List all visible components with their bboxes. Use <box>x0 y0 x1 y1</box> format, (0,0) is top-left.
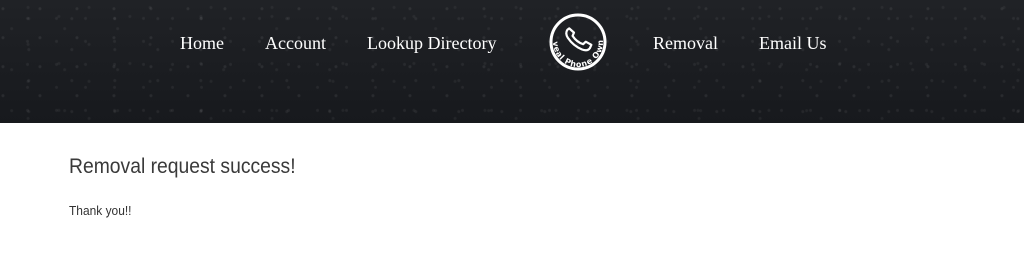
page-title: Removal request success! <box>69 155 296 178</box>
nav-email-us-link[interactable]: Email Us <box>759 33 827 54</box>
site-logo[interactable]: Reveal Phone Owner <box>538 5 615 86</box>
thank-you-message: Thank you!! <box>69 203 132 218</box>
nav-removal-link[interactable]: Removal <box>653 33 718 54</box>
site-header: Home Account Lookup Directory Reveal Pho… <box>0 0 1024 123</box>
main-content: Removal request success! Thank you!! <box>69 153 955 220</box>
nav-lookup-directory-link[interactable]: Lookup Directory <box>367 33 496 54</box>
phone-handset-icon <box>565 27 593 52</box>
nav-home-link[interactable]: Home <box>180 33 224 54</box>
nav-account-link[interactable]: Account <box>265 33 326 54</box>
reveal-phone-owner-logo: Reveal Phone Owner <box>538 5 607 71</box>
